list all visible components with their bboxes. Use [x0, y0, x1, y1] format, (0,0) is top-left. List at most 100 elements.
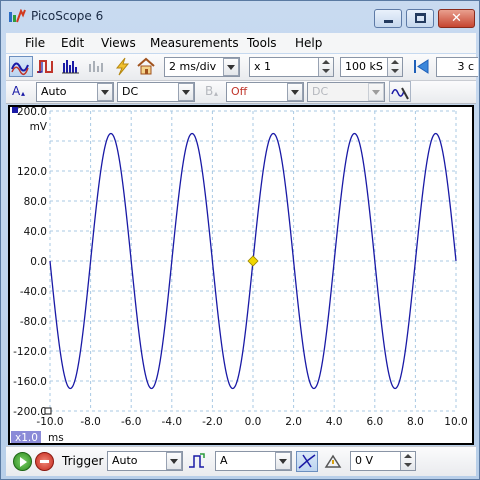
x-tick-label: 6.0 [366, 416, 383, 428]
y-tick-label: -80.0 [20, 316, 47, 328]
y-tick-label: -120.0 [13, 346, 47, 358]
y-tick-label: -160.0 [13, 376, 47, 388]
y-tick-label: 120.0 [17, 166, 47, 178]
app-window: PicoScope 6 ✕ File Edit Views Measuremen… [0, 0, 480, 480]
channel-a-range-value: Auto [41, 85, 67, 98]
y-axis-unit: mV [30, 121, 48, 133]
stop-icon [40, 460, 49, 463]
home-button[interactable] [135, 56, 157, 77]
close-icon: ✕ [451, 11, 462, 26]
channel-toolbar: A ▴ Auto DC B ▴ Off DC [6, 81, 476, 104]
scope-mode-button[interactable] [9, 56, 33, 77]
x-tick-label: 2.0 [285, 416, 302, 428]
spectrum-mode-icon [62, 60, 79, 74]
advanced-trigger-icon [324, 454, 342, 468]
x-tick-label: 10.0 [444, 416, 467, 428]
signal-generator-button[interactable] [86, 56, 108, 77]
y-tick-label: -40.0 [20, 286, 47, 298]
rising-trigger-icon [298, 454, 316, 469]
channel-a-options-icon[interactable]: ▴ [21, 89, 25, 98]
x-tick-label: 4.0 [326, 416, 343, 428]
x-tick-label: -10.0 [36, 416, 63, 428]
scope-view[interactable]: 200.0 120.0 80.0 40.0 0.0 -40.0 -80.0 -120.0 -16… [8, 105, 474, 445]
x-tick-label: -6.0 [121, 416, 142, 428]
x-scale-tag-label: x1.0 [15, 432, 38, 443]
menu-views[interactable]: Views [101, 36, 136, 50]
samples-value: 100 kS [345, 60, 383, 73]
trigger-mode-select[interactable]: Auto [107, 451, 183, 471]
menu-file[interactable]: File [25, 36, 45, 50]
timebase-select[interactable]: 2 ms/div [164, 57, 240, 77]
x-axis-unit: ms [48, 432, 64, 443]
trigger-marker[interactable] [247, 255, 259, 267]
first-capture-button[interactable] [410, 56, 432, 77]
rewind-icon [414, 59, 429, 74]
probe-icon [391, 87, 409, 100]
zoom-spin-icon[interactable] [318, 58, 333, 76]
menu-edit[interactable]: Edit [61, 36, 84, 50]
minimize-button[interactable] [374, 9, 402, 28]
trigger-level-stepper[interactable]: 0 V [350, 451, 416, 471]
x-tick-label: 0.0 [245, 416, 262, 428]
channel-b-range-select[interactable]: Off [226, 82, 304, 102]
chevron-down-icon[interactable] [97, 83, 113, 101]
timebase-value: 2 ms/div [169, 60, 217, 73]
chevron-down-icon[interactable] [223, 58, 239, 76]
channel-b-coupling-value: DC [312, 85, 329, 98]
channel-a-coupling-value: DC [122, 85, 139, 98]
close-button[interactable]: ✕ [438, 9, 475, 28]
channel-b-options-icon[interactable]: ▴ [214, 89, 218, 98]
advanced-trigger-button[interactable] [322, 451, 344, 472]
menu-tools[interactable]: Tools [247, 36, 277, 50]
channel-a-label[interactable]: A [12, 84, 20, 98]
channel-options-button[interactable] [389, 81, 411, 102]
channel-a-coupling-select[interactable]: DC [117, 82, 195, 102]
chevron-down-icon[interactable] [166, 452, 182, 470]
trigger-edge-button[interactable] [187, 451, 207, 472]
spectrum-mode-button[interactable] [59, 56, 83, 77]
channel-b-range-value: Off [231, 85, 248, 98]
trigger-level-spin-icon[interactable] [400, 452, 415, 470]
minimize-icon [384, 20, 393, 23]
auto-setup-button[interactable] [112, 56, 134, 77]
maximize-button[interactable] [406, 9, 434, 28]
captures-field[interactable]: 3 c [436, 57, 478, 77]
signal-generator-icon [89, 61, 103, 72]
menu-measurements[interactable]: Measurements [150, 36, 239, 50]
trigger-channel-value: A [220, 454, 228, 467]
home-icon [137, 57, 155, 75]
x-tick-label: -4.0 [162, 416, 183, 428]
x-tick-label: 8.0 [407, 416, 424, 428]
trigger-mode-value: Auto [112, 454, 138, 467]
samples-stepper[interactable]: 100 kS [340, 57, 403, 77]
waveform-plot[interactable]: 200.0 120.0 80.0 40.0 0.0 -40.0 -80.0 -120.0 -16… [10, 107, 472, 443]
channel-a-range-select[interactable]: Auto [36, 82, 114, 102]
trigger-channel-select[interactable]: A [215, 451, 292, 471]
channel-b-coupling-select[interactable]: DC [307, 82, 385, 102]
menu-help[interactable]: Help [295, 36, 322, 50]
trigger-toolbar: Trigger Auto A 0 V [6, 446, 476, 476]
trigger-label: Trigger [62, 454, 104, 468]
trigger-level-value: 0 V [355, 454, 374, 467]
rising-edge-icon [189, 453, 205, 468]
x-tick-label: -8.0 [80, 416, 101, 428]
zoom-value: x 1 [254, 60, 272, 73]
chevron-down-icon[interactable] [178, 83, 194, 101]
main-toolbar: 2 ms/div x 1 100 kS 3 c [6, 54, 478, 81]
chevron-down-icon[interactable] [368, 83, 384, 101]
start-button[interactable] [13, 452, 32, 471]
zoom-stepper[interactable]: x 1 [249, 57, 334, 77]
axis-top-handle[interactable] [12, 107, 18, 113]
stop-button[interactable] [35, 452, 54, 471]
chevron-down-icon[interactable] [287, 83, 303, 101]
axis-bottom-handle[interactable] [44, 407, 52, 415]
lightning-icon [115, 57, 130, 76]
y-tick-label: 40.0 [24, 226, 47, 238]
chevron-down-icon[interactable] [275, 452, 291, 470]
channel-b-label[interactable]: B [205, 84, 213, 98]
x-tick-label: -2.0 [202, 416, 223, 428]
picoscope-logo-icon [8, 8, 26, 25]
persistence-mode-button[interactable] [34, 56, 58, 77]
trigger-direction-button[interactable] [296, 451, 318, 472]
samples-spin-icon[interactable] [387, 58, 402, 76]
